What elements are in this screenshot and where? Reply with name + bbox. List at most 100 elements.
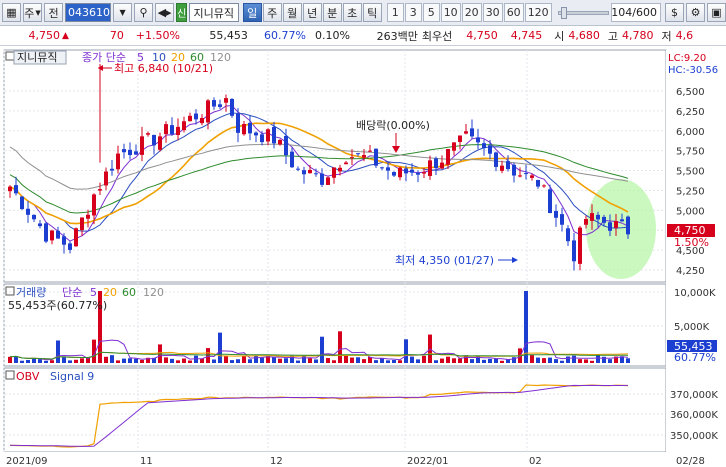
period-tab-5[interactable]: 초	[342, 3, 362, 22]
high-label: 고	[607, 29, 619, 43]
ma120-legend: 120	[210, 51, 231, 64]
x-tick-label: 2022/01	[407, 456, 449, 467]
candle-body	[230, 98, 234, 116]
volume-bar	[320, 336, 324, 363]
volume-bar	[482, 359, 486, 363]
candle-body	[578, 227, 582, 264]
volume-bar	[308, 358, 312, 363]
candle-body	[86, 214, 90, 219]
volume-bar	[584, 359, 588, 363]
candle-body	[386, 167, 390, 171]
currency-icon[interactable]: $	[665, 3, 684, 22]
interval-button-20[interactable]: 20	[461, 3, 482, 22]
search-icon[interactable]: ⚲	[134, 3, 154, 22]
candle-body	[590, 213, 594, 221]
interval-button-120[interactable]: 120	[524, 3, 552, 22]
market-selector[interactable]: 주 ▼	[23, 3, 42, 22]
chart-toolbar: ▦ 주 ▼ 전 043610 ▼ ⚲ ◀▸ 신 지니뮤직 일주월년분초틱 1351…	[0, 0, 726, 26]
volume-ratio: 60.77%	[263, 29, 306, 42]
candle-body	[320, 173, 324, 185]
candle-body	[536, 179, 540, 187]
candle-body	[554, 211, 558, 218]
best-bid: 4,745	[510, 29, 543, 42]
chart-type-icon[interactable]: ▣	[707, 3, 726, 22]
period-tab-4[interactable]: 분	[322, 3, 342, 22]
chevron-down-icon: ▼	[35, 8, 41, 17]
interval-button-60[interactable]: 60	[503, 3, 524, 22]
x-tick-label: 12	[270, 456, 283, 467]
volume-bar	[212, 359, 216, 363]
interval-buttons: 1 3 5 10 20 30 60 120	[386, 3, 552, 22]
grid-icon[interactable]: ▦	[2, 3, 21, 22]
candle-body	[170, 125, 174, 135]
candle-body	[8, 186, 12, 192]
candle-body	[134, 151, 138, 155]
candle-body	[368, 150, 372, 152]
candle-body	[560, 214, 564, 225]
volume-bar	[386, 360, 390, 363]
stock-chart[interactable]: 지니뮤직 종가 단순 5 10 20 60 120 최고 6,840 (10/2…	[0, 47, 726, 467]
price-tick-label: 4,250	[676, 266, 705, 277]
period-tab-6[interactable]: 틱	[362, 3, 382, 22]
candle-body	[548, 189, 552, 213]
volume-bar	[218, 332, 222, 363]
volume-bar	[326, 358, 330, 363]
period-tab-2[interactable]: 월	[282, 3, 302, 22]
chevron-down-icon[interactable]: ▼	[113, 3, 133, 22]
candle-body	[290, 151, 294, 168]
candle-body	[500, 165, 504, 171]
candle-body	[74, 228, 78, 247]
obv-signal-label: Signal 9	[50, 370, 94, 383]
slider-handle[interactable]	[560, 6, 567, 19]
volume-bar	[50, 360, 54, 363]
price-tick-label: 5,000	[676, 206, 705, 217]
stock-code-input[interactable]: 043610	[65, 3, 112, 22]
max-annotation: 최고 6,840 (10/21)	[98, 62, 213, 75]
vol-ma20-legend: 20	[103, 286, 117, 299]
volume-current-info: 55,453주(60.77%)	[8, 299, 107, 312]
volume-tick-label: 5,000K	[674, 322, 710, 333]
candle-body	[32, 214, 36, 220]
stock-label: 지니뮤직	[17, 51, 57, 64]
period-tab-3[interactable]: 년	[302, 3, 322, 22]
period-tab-0[interactable]: 일	[242, 3, 262, 22]
volume-bar	[572, 355, 576, 363]
interval-button-3[interactable]: 3	[404, 3, 422, 22]
candle-body	[218, 104, 222, 107]
volume-bar	[8, 356, 12, 363]
interval-button-10[interactable]: 10	[440, 3, 461, 22]
open-price: 4,680	[568, 29, 600, 42]
volume-bar	[68, 360, 72, 363]
volume-bar	[608, 359, 612, 363]
candle-body	[44, 223, 48, 242]
candle-body	[512, 164, 516, 176]
candle-body	[152, 134, 156, 146]
zoom-slider[interactable]	[557, 6, 609, 19]
interval-button-30[interactable]: 30	[482, 3, 503, 22]
candle-body	[506, 161, 510, 170]
chart-canvas[interactable]: 지니뮤직 종가 단순 5 10 20 60 120 최고 6,840 (10/2…	[0, 47, 726, 467]
candle-body	[542, 185, 546, 187]
volume-bar	[200, 358, 204, 363]
volume-bar	[500, 360, 504, 363]
volume-bar	[302, 356, 306, 363]
candle-body	[128, 149, 132, 156]
period-tab-1[interactable]: 주	[262, 3, 282, 22]
volume-bar	[140, 359, 144, 363]
interval-button-5[interactable]: 5	[422, 3, 440, 22]
speaker-icon[interactable]: ◀▸	[155, 3, 175, 22]
interval-button-1[interactable]: 1	[386, 3, 404, 22]
volume-bar	[104, 356, 108, 363]
stock-name-field[interactable]: 지니뮤직	[189, 3, 239, 22]
volume-bar	[392, 359, 396, 363]
candle-body	[392, 172, 396, 176]
obv-tick-label: 360,000K	[670, 410, 718, 421]
period-button[interactable]: 전	[44, 3, 63, 22]
candle-body	[302, 170, 306, 175]
candle-body	[428, 160, 432, 176]
candle-body	[182, 121, 186, 131]
volume-bar	[170, 358, 174, 363]
settings-icon[interactable]: ⚙	[686, 3, 705, 22]
candle-body	[350, 157, 354, 159]
best-bid-label: 최우선	[421, 29, 453, 43]
